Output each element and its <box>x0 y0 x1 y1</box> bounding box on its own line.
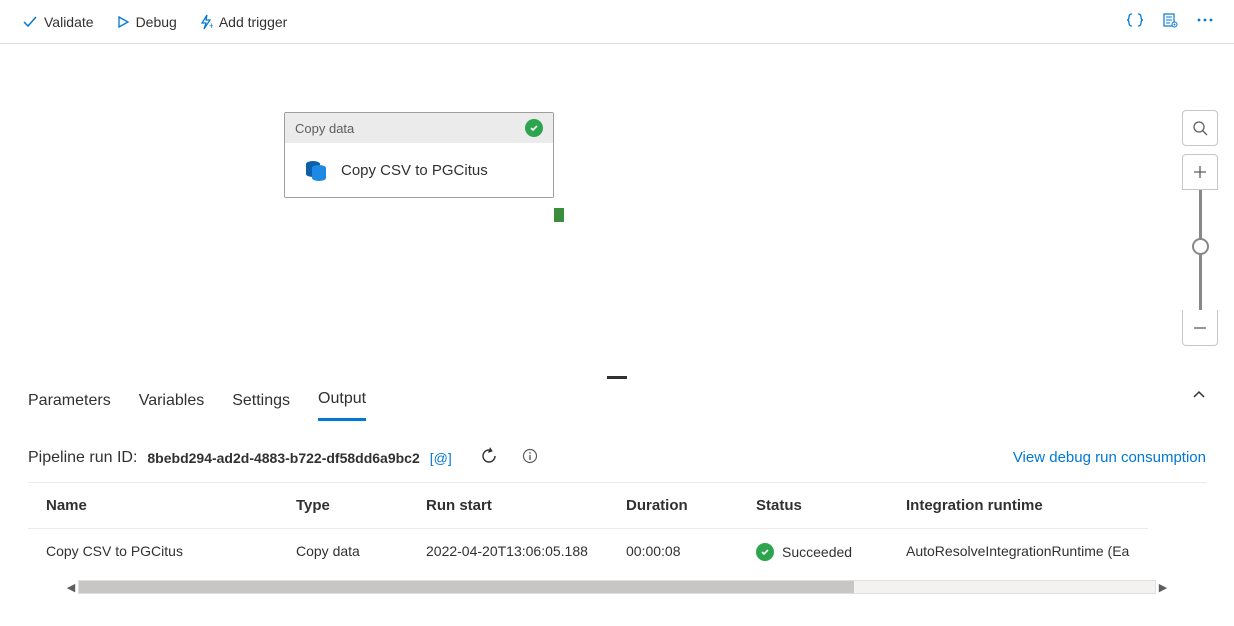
run-id-label: Pipeline run ID: <box>28 449 137 467</box>
output-table: Name Type Run start Duration Status Inte… <box>28 482 1206 575</box>
success-icon <box>525 119 543 137</box>
tab-variables[interactable]: Variables <box>139 392 205 420</box>
table-header-row: Name Type Run start Duration Status Inte… <box>28 483 1206 529</box>
toolbar-right <box>1120 6 1220 37</box>
checkmark-icon <box>22 14 38 30</box>
add-trigger-label: Add trigger <box>219 14 287 30</box>
copy-run-id-button[interactable]: [@] <box>430 450 452 466</box>
activity-body: Copy CSV to PGCitus <box>285 143 553 197</box>
info-button[interactable] <box>522 448 538 467</box>
col-status[interactable]: Status <box>738 483 888 529</box>
status-success-icon <box>756 543 774 561</box>
canvas[interactable]: Copy data Copy CSV to PGCitus <box>0 44 1234 376</box>
table-row[interactable]: Copy CSV to PGCitus Copy data 2022-04-20… <box>28 529 1206 575</box>
cell-duration: 00:00:08 <box>608 529 738 575</box>
plus-icon <box>1193 165 1207 179</box>
collapse-panel-button[interactable] <box>1192 388 1206 405</box>
add-trigger-button[interactable]: + Add trigger <box>191 8 295 36</box>
ellipsis-icon <box>1196 12 1214 28</box>
lightning-icon: + <box>199 14 213 30</box>
scroll-left-arrow[interactable]: ◀ <box>64 581 78 594</box>
col-type[interactable]: Type <box>278 483 408 529</box>
col-name[interactable]: Name <box>28 483 278 529</box>
zoom-panel <box>1182 110 1218 346</box>
debug-button[interactable]: Debug <box>108 8 185 36</box>
database-icon <box>303 157 329 183</box>
scroll-right-arrow[interactable]: ▶ <box>1156 581 1170 594</box>
zoom-slider-track[interactable] <box>1199 190 1202 310</box>
scroll-track[interactable] <box>78 580 1156 594</box>
col-runtime[interactable]: Integration runtime <box>888 483 1148 529</box>
tab-parameters[interactable]: Parameters <box>28 392 111 420</box>
cell-status: Succeeded <box>738 529 888 575</box>
refresh-button[interactable] <box>480 447 498 468</box>
toolbar: Validate Debug + Add trigger <box>0 0 1234 44</box>
fit-to-screen-button[interactable] <box>1182 110 1218 146</box>
success-connector[interactable] <box>554 208 564 222</box>
code-view-button[interactable] <box>1120 6 1150 37</box>
col-duration[interactable]: Duration <box>608 483 738 529</box>
more-button[interactable] <box>1190 6 1220 37</box>
cell-name: Copy CSV to PGCitus <box>28 529 278 575</box>
play-icon <box>116 15 130 29</box>
run-id-value: 8bebd294-ad2d-4883-b722-df58dd6a9bc2 <box>147 450 419 466</box>
output-tabs: Parameters Variables Settings Output <box>0 380 1234 421</box>
refresh-icon <box>480 447 498 465</box>
debug-label: Debug <box>136 14 177 30</box>
horizontal-scrollbar[interactable]: ◀ ▶ <box>64 579 1170 595</box>
toolbar-left: Validate Debug + Add trigger <box>14 8 295 36</box>
copy-data-activity[interactable]: Copy data Copy CSV to PGCitus <box>284 112 554 198</box>
activity-name: Copy CSV to PGCitus <box>341 162 488 179</box>
braces-icon <box>1126 12 1144 28</box>
validate-button[interactable]: Validate <box>14 8 102 36</box>
properties-button[interactable] <box>1156 6 1184 37</box>
validate-label: Validate <box>44 14 94 30</box>
zoom-in-button[interactable] <box>1182 154 1218 190</box>
tab-output[interactable]: Output <box>318 390 366 421</box>
cell-runtime: AutoResolveIntegrationRuntime (Ea <box>888 529 1148 575</box>
properties-icon <box>1162 12 1178 28</box>
svg-text:+: + <box>209 21 213 30</box>
minus-icon <box>1193 321 1207 335</box>
cell-runstart: 2022-04-20T13:06:05.188 <box>408 529 608 575</box>
col-runstart[interactable]: Run start <box>408 483 608 529</box>
info-icon <box>522 448 538 464</box>
zoom-slider-thumb[interactable] <box>1192 238 1209 255</box>
cell-status-text: Succeeded <box>782 544 852 560</box>
cell-type: Copy data <box>278 529 408 575</box>
activity-type-label: Copy data <box>295 121 354 136</box>
activity-header: Copy data <box>285 113 553 143</box>
tab-settings[interactable]: Settings <box>232 392 290 420</box>
search-icon <box>1192 120 1208 136</box>
run-id-row: Pipeline run ID: 8bebd294-ad2d-4883-b722… <box>0 421 1234 482</box>
scroll-thumb[interactable] <box>79 581 854 593</box>
chevron-up-icon <box>1192 388 1206 402</box>
view-debug-consumption-link[interactable]: View debug run consumption <box>1013 449 1206 466</box>
zoom-out-button[interactable] <box>1182 310 1218 346</box>
